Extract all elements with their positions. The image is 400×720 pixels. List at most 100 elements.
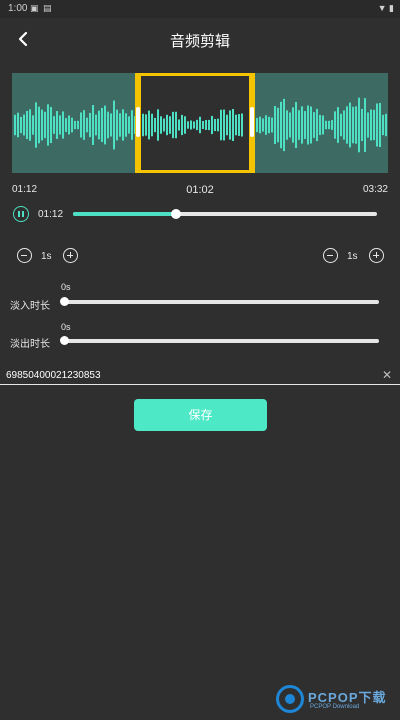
waveform-bar: [301, 106, 303, 144]
waveform-bar: [298, 110, 300, 140]
selection-waveform: [142, 108, 243, 142]
waveform-bar: [26, 110, 28, 140]
waveform-bar: [104, 105, 106, 145]
page-title: 音频剪辑: [169, 33, 230, 50]
selection-end-handle[interactable]: [249, 73, 255, 173]
filename-input[interactable]: [6, 366, 376, 384]
waveform-bar: [235, 114, 237, 136]
waveform-bar: [142, 113, 144, 137]
handle-grip: [250, 107, 254, 137]
waveform-bar: [373, 109, 375, 141]
waveform-bar: [361, 108, 363, 142]
waveform-bar: [95, 114, 97, 136]
save-button[interactable]: 保存: [134, 399, 267, 431]
filename-field: ✕: [0, 366, 400, 386]
fade-out-value: 0s: [61, 322, 71, 332]
waveform-bar: [343, 110, 345, 140]
waveform-bar: [71, 117, 73, 133]
waveform-bar: [62, 111, 64, 139]
waveform-bar: [277, 107, 279, 143]
fade-out-slider[interactable]: [60, 336, 379, 345]
right-increase-button[interactable]: [369, 248, 384, 263]
waveform-bar: [283, 98, 285, 152]
waveform-bar: [119, 113, 121, 137]
waveform-bar: [113, 100, 115, 150]
fade-out-label: 淡出时长: [10, 339, 50, 350]
selection-start-handle[interactable]: [135, 73, 141, 173]
clear-icon[interactable]: ✕: [379, 367, 395, 383]
waveform-bar: [92, 105, 94, 145]
status-right-icons: ▼ ▮: [378, 3, 394, 14]
waveform-bar: [80, 112, 82, 138]
left-increase-button[interactable]: [63, 248, 78, 263]
waveform-bar: [349, 102, 351, 148]
waveform-bar: [68, 115, 70, 135]
notification-icon: ▤: [43, 3, 52, 13]
waveform-bar: [160, 116, 162, 134]
selection-region[interactable]: [138, 73, 252, 173]
waveform-bar: [154, 117, 156, 133]
waveform-bar: [98, 110, 100, 140]
waveform-bar: [175, 111, 177, 139]
waveform-bar: [184, 116, 186, 134]
waveform-panel[interactable]: [12, 73, 388, 173]
waveform-bar: [38, 106, 40, 144]
left-step-value: 1s: [41, 251, 52, 262]
waveform-bar: [334, 111, 336, 139]
waveform-bar: [229, 110, 231, 140]
progress-thumb[interactable]: [171, 209, 182, 219]
status-time: 1:00: [8, 3, 28, 14]
waveform-bar: [32, 115, 34, 135]
waveform-bar: [346, 106, 348, 144]
waveform-bar: [107, 111, 109, 139]
waveform-bar: [131, 110, 133, 140]
waveform-bar: [226, 114, 228, 136]
waveform-bar: [217, 118, 219, 132]
waveform-bar: [385, 113, 387, 137]
waveform-bar: [166, 114, 168, 136]
watermark-subtitle: PCPOP Download: [310, 704, 360, 710]
waveform-bar: [23, 114, 25, 136]
waveform-bar: [122, 109, 124, 141]
waveform-bar: [29, 109, 31, 141]
waveform-bar: [196, 119, 198, 131]
right-decrease-button[interactable]: [323, 248, 338, 263]
selected-duration: 01:02: [186, 184, 214, 196]
waveform-bar: [259, 116, 261, 134]
wifi-icon: ▼: [377, 3, 387, 13]
waveform-bar: [89, 112, 91, 138]
waveform-bar: [128, 116, 130, 134]
waveform-bar: [274, 106, 276, 144]
fade-in-slider[interactable]: [60, 297, 379, 306]
status-bar: 1:00 ▣ ▤ ▼ ▮: [0, 0, 400, 18]
waveform-bar: [367, 112, 369, 138]
playback-progress-slider[interactable]: [73, 209, 377, 219]
waveform-bar: [47, 104, 49, 146]
left-decrease-button[interactable]: [17, 248, 32, 263]
waveform-bar: [328, 120, 330, 130]
progress-fill: [73, 212, 177, 216]
waveform-bar: [59, 115, 61, 135]
waveform-bar: [313, 112, 315, 138]
toolbar: 音频剪辑: [0, 18, 400, 60]
watermark: PCPOP下载 PCPOP Download: [276, 683, 396, 717]
waveform-bar: [74, 120, 76, 130]
waveform-bar: [340, 113, 342, 137]
waveform-bar: [241, 113, 243, 137]
waveform-bar: [220, 109, 222, 141]
right-step-value: 1s: [347, 251, 358, 262]
pcpop-logo-icon: [276, 685, 304, 713]
fade-out-thumb[interactable]: [60, 336, 69, 345]
waveform-bar: [211, 115, 213, 135]
waveform-bar: [110, 113, 112, 137]
sd-card-icon: ▣: [30, 3, 39, 13]
waveform-bar: [364, 98, 366, 152]
filename-underline: [0, 384, 400, 385]
waveform-bar: [190, 120, 192, 130]
waveform-bar: [331, 120, 333, 130]
waveform-bar: [44, 111, 46, 139]
waveform-bar: [202, 120, 204, 130]
waveform-bar: [223, 109, 225, 141]
fade-in-thumb[interactable]: [60, 297, 69, 306]
pause-button[interactable]: [13, 206, 29, 222]
